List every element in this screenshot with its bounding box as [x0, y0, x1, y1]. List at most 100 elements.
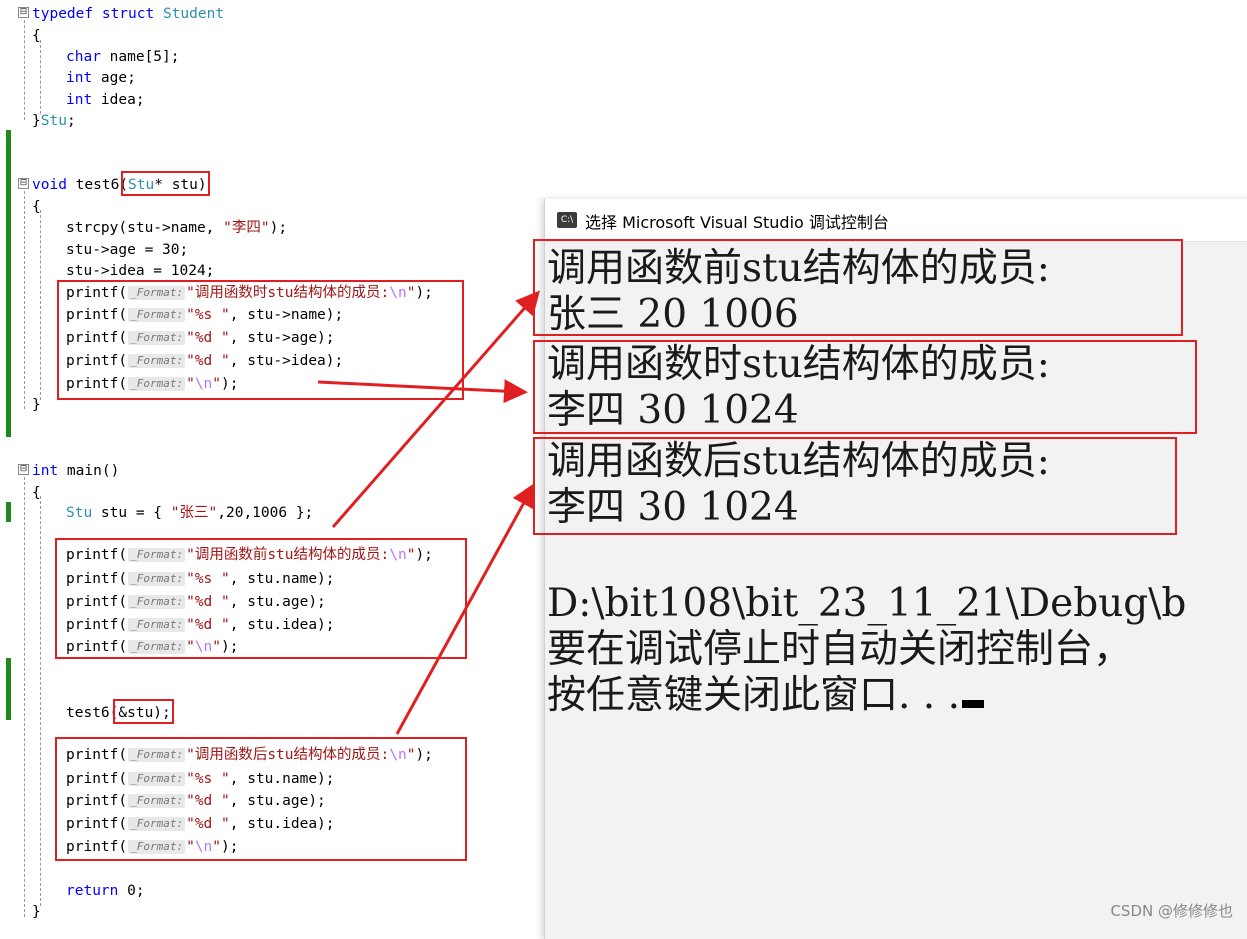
code-line[interactable]: printf(_Format: "%d ", stu.age); — [66, 591, 326, 613]
code-token: char — [66, 49, 101, 65]
code-line[interactable]: printf(_Format: "%d ", stu.age); — [66, 790, 326, 812]
code-line[interactable]: }Stu; — [32, 110, 76, 132]
code-line[interactable]: int idea; — [66, 89, 145, 111]
code-token: "%s " — [186, 771, 230, 787]
code-token: int — [66, 92, 93, 108]
code-line[interactable]: printf(_Format: "调用函数后stu结构体的成员:\n"); — [66, 744, 433, 766]
code-line[interactable]: typedef struct Student — [32, 3, 224, 25]
code-token: , stu.idea); — [229, 617, 335, 633]
code-token: ); — [415, 285, 433, 301]
code-token: "%d " — [186, 793, 230, 809]
code-line[interactable]: stu->age = 30; — [66, 239, 188, 261]
code-token: printf( — [66, 307, 128, 323]
code-line[interactable]: } — [32, 394, 41, 416]
code-line[interactable]: printf(_Format: "%d ", stu.idea); — [66, 614, 335, 636]
code-line[interactable]: printf(_Format: "\n"); — [66, 373, 239, 395]
code-line[interactable]: printf(_Format: "%d ", stu->age); — [66, 327, 335, 349]
code-token: Stu — [128, 177, 155, 193]
code-token: printf( — [66, 639, 128, 655]
code-line[interactable]: printf(_Format: "调用函数前stu结构体的成员:\n"); — [66, 544, 433, 566]
code-token: printf( — [66, 353, 128, 369]
fold-toggle-icon[interactable]: ⊟ — [18, 7, 29, 18]
code-token: , stu->age); — [229, 330, 335, 346]
code-line[interactable]: return 0; — [66, 880, 145, 902]
outline-guide — [24, 191, 25, 409]
code-line[interactable]: char name[5]; — [66, 46, 180, 68]
code-line[interactable]: test6(&stu); — [66, 702, 171, 724]
code-token: printf( — [66, 771, 128, 787]
code-token: ); — [221, 839, 239, 855]
indent-guide — [40, 496, 41, 906]
code-token: strcpy(stu->name, — [66, 220, 224, 236]
code-line[interactable]: printf(_Format: "%d ", stu->idea); — [66, 350, 343, 372]
code-token: Student — [162, 6, 225, 22]
code-line[interactable]: Stu stu = { "张三",20,1006 }; — [66, 502, 313, 524]
code-token: , stu.age); — [229, 793, 326, 809]
fold-toggle-icon[interactable]: ⊟ — [18, 464, 29, 475]
parameter-hint: _Format: — [128, 377, 186, 391]
parameter-hint: _Format: — [128, 618, 186, 632]
code-line[interactable]: stu->idea = 1024; — [66, 260, 214, 282]
code-token: ); — [221, 639, 239, 655]
code-line[interactable]: { — [32, 482, 41, 504]
code-token: , stu.name); — [229, 571, 335, 587]
code-token: printf( — [66, 617, 128, 633]
code-token: test6(&stu); — [66, 705, 171, 721]
code-token: \n — [194, 639, 213, 655]
code-token: 0; — [118, 883, 145, 899]
change-bar — [6, 658, 11, 720]
code-line[interactable]: printf(_Format: "%d ", stu.idea); — [66, 813, 335, 835]
code-token: printf( — [66, 376, 128, 392]
fold-toggle-icon[interactable]: ⊟ — [18, 178, 29, 189]
console-prompt-text: 按任意键关闭此窗口. . . — [547, 673, 960, 718]
code-token: * stu) — [154, 177, 207, 193]
parameter-hint: _Format: — [128, 748, 186, 762]
code-token: "李四" — [223, 220, 270, 236]
code-token: return — [66, 883, 119, 899]
code-line[interactable]: strcpy(stu->name, "李四"); — [66, 217, 287, 239]
code-token: { — [32, 28, 41, 44]
code-token: "%d " — [186, 330, 230, 346]
code-token: { — [32, 485, 41, 501]
code-token: "调用函数后stu结构体的成员: — [186, 747, 390, 763]
console-titlebar[interactable]: C:\ 选择 Microsoft Visual Studio 调试控制台 — [545, 199, 1247, 242]
parameter-hint: _Format: — [128, 548, 186, 562]
code-line[interactable]: printf(_Format: "调用函数时stu结构体的成员:\n"); — [66, 282, 433, 304]
console-app-icon: C:\ — [557, 212, 577, 228]
console-title: 选择 Microsoft Visual Studio 调试控制台 — [585, 213, 889, 232]
code-line[interactable]: int main() — [32, 460, 119, 482]
code-line[interactable]: printf(_Format: "%s ", stu->name); — [66, 304, 343, 326]
indent-guide — [40, 210, 41, 400]
code-token: "%d " — [186, 617, 230, 633]
code-line[interactable]: printf(_Format: "%s ", stu.name); — [66, 768, 335, 790]
code-token: "%d " — [186, 353, 230, 369]
debug-console-window[interactable]: C:\ 选择 Microsoft Visual Studio 调试控制台 调用函… — [533, 199, 1247, 939]
code-line[interactable]: printf(_Format: "%s ", stu.name); — [66, 568, 335, 590]
code-token: , stu.idea); — [229, 816, 335, 832]
code-token: { — [32, 199, 41, 215]
parameter-hint: _Format: — [128, 840, 186, 854]
outline-guide — [24, 477, 25, 917]
code-line[interactable]: printf(_Format: "\n"); — [66, 836, 239, 858]
code-token: ,20,1006 }; — [217, 505, 314, 521]
code-token: printf( — [66, 816, 128, 832]
code-line[interactable]: void test6(Stu* stu) — [32, 174, 207, 196]
code-token: \n — [389, 285, 407, 301]
code-line[interactable]: printf(_Format: "\n"); — [66, 636, 239, 658]
console-cursor — [962, 700, 984, 708]
code-token: printf( — [66, 571, 128, 587]
code-token: "调用函数前stu结构体的成员: — [186, 547, 390, 563]
code-token: } — [32, 113, 41, 129]
parameter-hint: _Format: — [128, 331, 186, 345]
code-line[interactable]: { — [32, 25, 41, 47]
code-token: "%d " — [186, 594, 230, 610]
code-token: ); — [221, 376, 239, 392]
code-line[interactable]: int age; — [66, 67, 136, 89]
code-token: printf( — [66, 747, 128, 763]
code-token: ); — [415, 547, 433, 563]
code-token: Stu — [66, 505, 93, 521]
parameter-hint: _Format: — [128, 286, 186, 300]
code-line[interactable]: } — [32, 901, 41, 923]
code-token: void — [32, 177, 67, 193]
code-line[interactable]: { — [32, 196, 41, 218]
